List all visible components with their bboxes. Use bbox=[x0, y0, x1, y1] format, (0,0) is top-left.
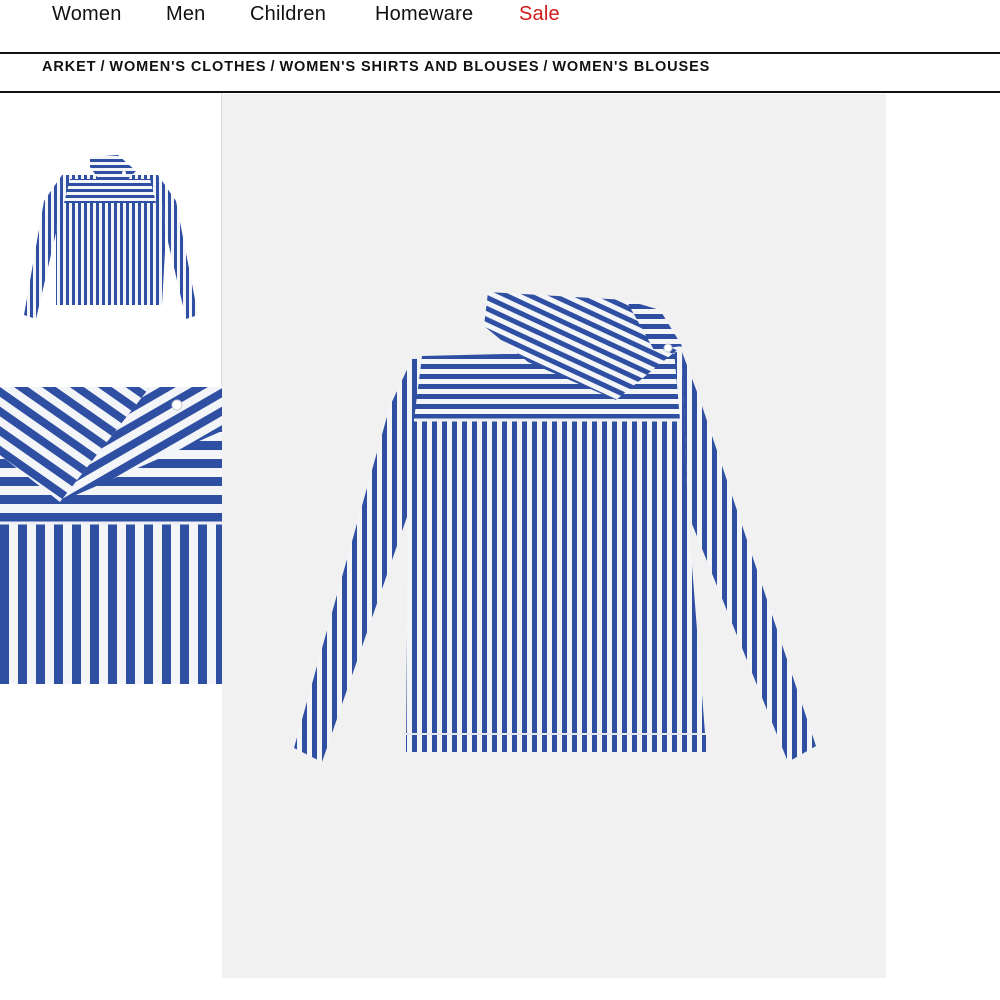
breadcrumb: ARKET / WOMEN'S CLOTHES / WOMEN'S SHIRTS AND… bbox=[42, 59, 710, 77]
thumbnail-1[interactable] bbox=[0, 93, 221, 386]
breadcrumb-item-arket[interactable]: ARKET bbox=[42, 59, 96, 75]
nav-item-children[interactable]: Children bbox=[250, 3, 326, 26]
header-divider bbox=[0, 52, 1000, 54]
nav-item-sale[interactable]: Sale bbox=[519, 3, 560, 26]
thumbnail-gallery bbox=[0, 93, 222, 1000]
striped-shirt-collar-detail-thumbnail bbox=[0, 387, 222, 684]
striped-shirt-main-image bbox=[222, 94, 886, 978]
breadcrumb-item-womens-shirts-and-blouses[interactable]: WOMEN'S SHIRTS AND BLOUSES bbox=[279, 59, 539, 75]
main-navigation: Women Men Children Homeware Sale bbox=[0, 0, 1000, 52]
breadcrumb-item-womens-blouses[interactable]: WOMEN'S BLOUSES bbox=[552, 59, 710, 75]
breadcrumb-separator: / bbox=[270, 59, 276, 75]
nav-item-men[interactable]: Men bbox=[166, 3, 206, 26]
nav-item-homeware[interactable]: Homeware bbox=[375, 3, 473, 26]
nav-item-women[interactable]: Women bbox=[52, 3, 122, 26]
thumbnail-2[interactable] bbox=[0, 387, 222, 684]
breadcrumb-separator: / bbox=[543, 59, 549, 75]
breadcrumb-separator: / bbox=[100, 59, 106, 75]
main-product-image[interactable] bbox=[222, 94, 886, 978]
striped-shirt-front-thumbnail bbox=[0, 93, 221, 386]
breadcrumb-item-womens-clothes[interactable]: WOMEN'S CLOTHES bbox=[109, 59, 266, 75]
